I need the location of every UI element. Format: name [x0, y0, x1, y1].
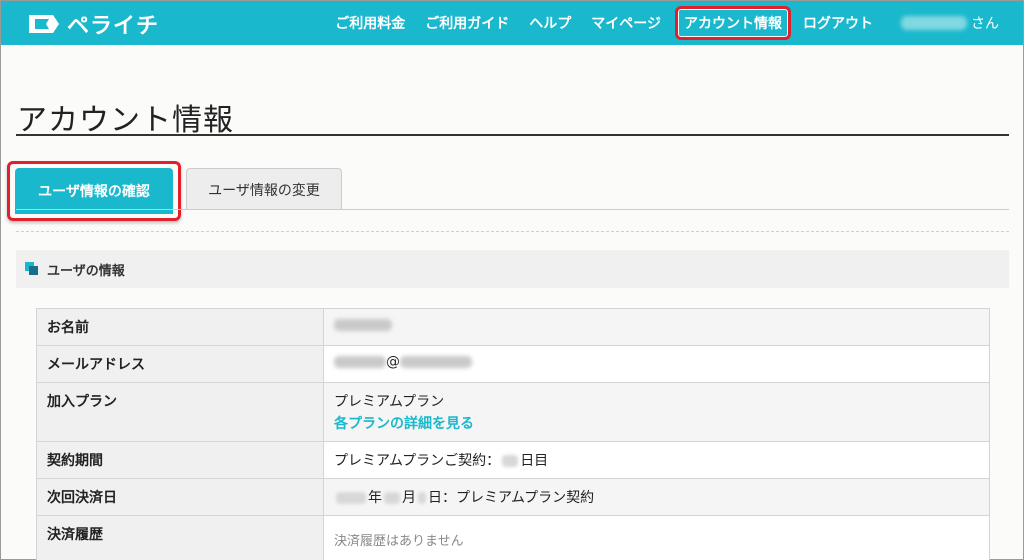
section-header: ユーザの情報: [16, 250, 1009, 288]
page-title: アカウント情報: [17, 103, 234, 138]
nav-guide[interactable]: ご利用ガイド: [425, 13, 509, 33]
username-redacted: [901, 16, 967, 30]
email-value: @: [323, 345, 990, 383]
nav-pricing[interactable]: ご利用料金: [335, 13, 405, 33]
brand-logo[interactable]: ペライチ: [27, 10, 160, 39]
nav-mypage[interactable]: マイページ: [591, 13, 661, 33]
top-header: ペライチ ご利用料金 ご利用ガイド ヘルプ マイページ アカウント情報 ログアウ…: [1, 1, 1023, 45]
tab-edit-user-info[interactable]: ユーザ情報の変更: [186, 168, 342, 210]
user-suffix: さん: [971, 16, 999, 32]
name-redacted: [334, 319, 392, 331]
day-redacted: [418, 492, 426, 504]
logo-icon: [29, 15, 59, 33]
month-unit: 月: [402, 490, 416, 506]
plan-name: プレミアムプラン: [334, 394, 445, 410]
month-redacted: [384, 492, 400, 504]
period-value: プレミアムプランご契約： 日目: [323, 441, 990, 479]
table-row: メールアドレス @: [36, 345, 990, 383]
year-redacted: [336, 492, 366, 504]
tab-baseline: [16, 209, 1009, 210]
next-payment-suffix: 日：プレミアムプラン契約: [428, 490, 595, 506]
next-payment-label: 次回決済日: [36, 478, 324, 516]
name-value: [323, 308, 990, 346]
main-nav: ご利用料金 ご利用ガイド ヘルプ マイページ アカウント情報 ログアウト さん: [315, 1, 999, 45]
plan-label: 加入プラン: [36, 382, 324, 442]
section-squares-icon: [25, 262, 39, 276]
table-row: 決済履歴 決済履歴はありません: [36, 515, 990, 560]
section-title: ユーザの情報: [47, 263, 125, 279]
tab-bar: ユーザ情報の確認 ユーザ情報の変更: [0, 160, 1024, 221]
table-row: 加入プラン プレミアムプラン 各プランの詳細を見る: [36, 382, 990, 442]
user-greeting: さん: [901, 13, 999, 33]
history-empty-text: 決済履歴はありません: [334, 534, 464, 549]
plan-value: プレミアムプラン 各プランの詳細を見る: [323, 382, 990, 442]
dotted-divider: [16, 231, 1009, 232]
email-local-redacted: [334, 356, 386, 368]
email-label: メールアドレス: [36, 345, 324, 383]
next-payment-value: 年 月日：プレミアムプラン契約: [323, 478, 990, 516]
table-row: 契約期間 プレミアムプランご契約： 日目: [36, 441, 990, 479]
table-row: お名前: [36, 308, 990, 346]
title-divider: [16, 134, 1009, 136]
email-domain-redacted: [400, 356, 472, 368]
nav-help[interactable]: ヘルプ: [529, 13, 571, 33]
email-at: @: [386, 354, 400, 370]
plan-details-link[interactable]: 各プランの詳細を見る: [334, 413, 979, 433]
period-days-redacted: [502, 455, 519, 467]
period-suffix: 日目: [520, 453, 549, 469]
brand-name: ペライチ: [67, 14, 160, 39]
name-label: お名前: [36, 308, 324, 346]
year-unit: 年: [368, 490, 382, 506]
nav-logout[interactable]: ログアウト: [803, 13, 873, 33]
period-label: 契約期間: [36, 441, 324, 479]
table-row: 次回決済日 年 月日：プレミアムプラン契約: [36, 478, 990, 516]
period-prefix: プレミアムプランご契約：: [334, 453, 501, 469]
history-label: 決済履歴: [36, 515, 324, 560]
history-value: 決済履歴はありません: [323, 515, 990, 560]
user-info-table: お名前 メールアドレス @ 加入プラン プレミアムプラン 各プランの詳細を見る …: [36, 308, 990, 560]
nav-account-info[interactable]: アカウント情報: [675, 6, 791, 40]
tab-view-user-info[interactable]: ユーザ情報の確認: [15, 168, 173, 214]
